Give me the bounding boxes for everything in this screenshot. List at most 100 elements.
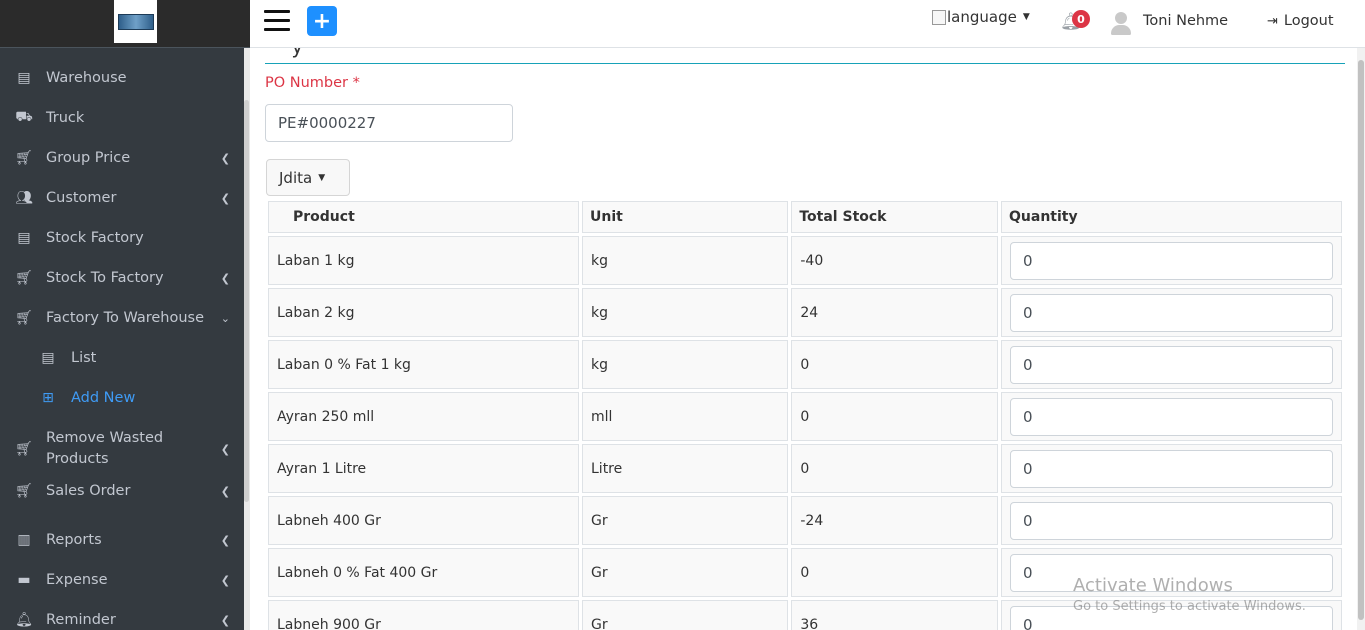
table-row: Ayran 250 mll mll 0 0 (268, 392, 1342, 441)
username[interactable]: Toni Nehme (1143, 13, 1228, 29)
chevron-left-icon: ❮ (220, 271, 230, 285)
product-cell: Laban 2 kg (268, 288, 579, 337)
cart-icon: 🛒︎ (15, 483, 33, 499)
quick-add-button[interactable]: + (307, 6, 337, 36)
menu-toggle-icon[interactable] (264, 10, 290, 34)
product-cell: Ayran 1 Litre (268, 444, 579, 493)
sidebar-item-label: List (71, 349, 97, 366)
sidebar-item-label: Truck (46, 109, 85, 126)
plus-icon: + (312, 8, 332, 34)
quantity-cell: 0 (1001, 392, 1342, 441)
brand (0, 0, 250, 48)
unit-cell: Gr (582, 548, 789, 597)
table-header-row: Product Unit Total Stock Quantity (268, 201, 1342, 233)
page-scrollbar[interactable] (1357, 48, 1365, 630)
table-row: Laban 1 kg kg -40 0 (268, 236, 1342, 285)
sidebar-item-warehouse[interactable]: ▤ Warehouse (0, 58, 244, 98)
unit-cell: mll (582, 392, 789, 441)
stock-cell: -40 (791, 236, 998, 285)
unit-cell: Litre (582, 444, 789, 493)
sidebar-item-label: Group Price (46, 149, 131, 166)
brand-logo[interactable] (114, 0, 157, 43)
sidebar-subitem-list[interactable]: ▤ List (0, 338, 244, 378)
product-cell: Ayran 250 mll (268, 392, 579, 441)
sidebar-item-factory-to-warehouse[interactable]: 🛒︎ Factory To Warehouse ⌄ (0, 298, 244, 338)
logout-button[interactable]: ⇥ Logout (1267, 13, 1334, 29)
sidebar-item-stock-factory[interactable]: ▤ Stock Factory (0, 218, 244, 258)
quantity-input[interactable]: 0 (1010, 241, 1333, 280)
watermark-title: Activate Windows (1073, 575, 1233, 596)
logout-label: Logout (1283, 13, 1334, 29)
warehouse-dropdown-button[interactable]: Jdita ▼ (266, 159, 350, 196)
sidebar: ▤ Warehouse ⛟ Truck 🛒︎ Group Price ❮ 👥︎ … (0, 0, 250, 630)
stock-cell: 0 (791, 392, 998, 441)
sidebar-item-stock-to-factory[interactable]: 🛒︎ Stock To Factory ❮ (0, 258, 244, 298)
chart-icon: ▥ (17, 532, 31, 548)
quantity-input[interactable]: 0 (1010, 501, 1333, 540)
sidebar-item-label: Stock To Factory (46, 269, 164, 286)
sidebar-item-label: Factory To Warehouse (46, 309, 205, 326)
quantity-input[interactable]: 0 (1010, 293, 1333, 332)
top-navbar: + language ▼ 🔔︎ 0 Toni Nehme ⇥ Logout (250, 0, 1365, 48)
chevron-left-icon: ❮ (220, 442, 230, 456)
sidebar-item-label: Customer (46, 189, 117, 206)
page-scrollbar-thumb[interactable] (1358, 60, 1364, 620)
card-title-clipped: — y (265, 48, 303, 58)
sidebar-item-customer[interactable]: 👥︎ Customer ❮ (0, 178, 244, 218)
table-row: Ayran 1 Litre Litre 0 0 (268, 444, 1342, 493)
sidebar-item-expense[interactable]: ▬ Expense ❮ (0, 560, 244, 600)
logout-icon: ⇥ (1267, 13, 1278, 29)
po-number-input[interactable]: PE#0000227 (265, 104, 513, 142)
avatar[interactable] (1110, 11, 1132, 35)
column-header-unit: Unit (582, 201, 789, 233)
dropdown-label: Jdita (279, 168, 313, 187)
plus-square-icon: ⊞ (42, 390, 54, 406)
chevron-left-icon: ❮ (220, 613, 230, 627)
sidebar-item-label: Add New (71, 389, 136, 406)
unit-cell: Gr (582, 600, 789, 630)
wallet-icon: ▬ (17, 572, 31, 588)
chevron-left-icon: ❮ (220, 484, 230, 498)
windows-activation-watermark: Activate Windows Go to Settings to activ… (1073, 574, 1306, 616)
quantity-cell: 0 (1001, 236, 1342, 285)
sidebar-item-label: Sales Order (46, 482, 131, 499)
sidebar-item-label: Remove Wasted Products (46, 430, 164, 467)
product-cell: Labneh 400 Gr (268, 496, 579, 545)
sidebar-subitem-add-new[interactable]: ⊞ Add New (0, 378, 244, 418)
table-row: Laban 2 kg kg 24 0 (268, 288, 1342, 337)
sidebar-item-reminder[interactable]: 🔔︎ Reminder ❮ (0, 600, 244, 630)
product-cell: Laban 1 kg (268, 236, 579, 285)
column-header-quantity: Quantity (1001, 201, 1342, 233)
caret-down-icon: ▼ (318, 172, 326, 183)
product-cell: Labneh 0 % Fat 400 Gr (268, 548, 579, 597)
quantity-cell: 0 (1001, 288, 1342, 337)
sidebar-item-reports[interactable]: ▥ Reports ❮ (0, 520, 244, 560)
broken-image-icon (932, 9, 946, 25)
language-dropdown[interactable]: language ▼ (932, 8, 1030, 26)
quantity-input[interactable]: 0 (1010, 397, 1333, 436)
sidebar-item-sales-order[interactable]: 🛒︎ Sales Order ❮ (0, 480, 244, 502)
sidebar-nav: ▤ Warehouse ⛟ Truck 🛒︎ Group Price ❮ 👥︎ … (0, 58, 244, 630)
unit-cell: kg (582, 236, 789, 285)
quantity-input[interactable]: 0 (1010, 345, 1333, 384)
product-cell: Labneh 900 Gr (268, 600, 579, 630)
products-table: Product Unit Total Stock Quantity Laban … (265, 198, 1345, 630)
sidebar-scrollbar[interactable] (244, 100, 249, 502)
title-divider (265, 63, 1345, 64)
sidebar-item-group-price[interactable]: 🛒︎ Group Price ❮ (0, 138, 244, 178)
quantity-input[interactable]: 0 (1010, 449, 1333, 488)
quantity-cell: 0 (1001, 496, 1342, 545)
bell-icon: 🔔︎ (15, 612, 33, 628)
sidebar-item-truck[interactable]: ⛟ Truck (0, 98, 244, 138)
column-header-product: Product (268, 201, 579, 233)
chevron-left-icon: ❮ (220, 191, 230, 205)
sidebar-item-label: Stock Factory (46, 229, 144, 246)
quantity-cell: 0 (1001, 340, 1342, 389)
sidebar-item-label: Reports (46, 531, 102, 548)
stock-cell: 0 (791, 340, 998, 389)
caret-down-icon: ▼ (1022, 12, 1030, 22)
form-card: — y PO Number * PE#0000227 Jdita ▼ Produ… (250, 48, 1357, 630)
sidebar-item-remove-wasted-products[interactable]: 🛒︎ Remove Wasted Products ❮ (0, 418, 244, 480)
chevron-down-icon: ⌄ (220, 311, 230, 325)
list-icon: ▤ (41, 350, 55, 366)
